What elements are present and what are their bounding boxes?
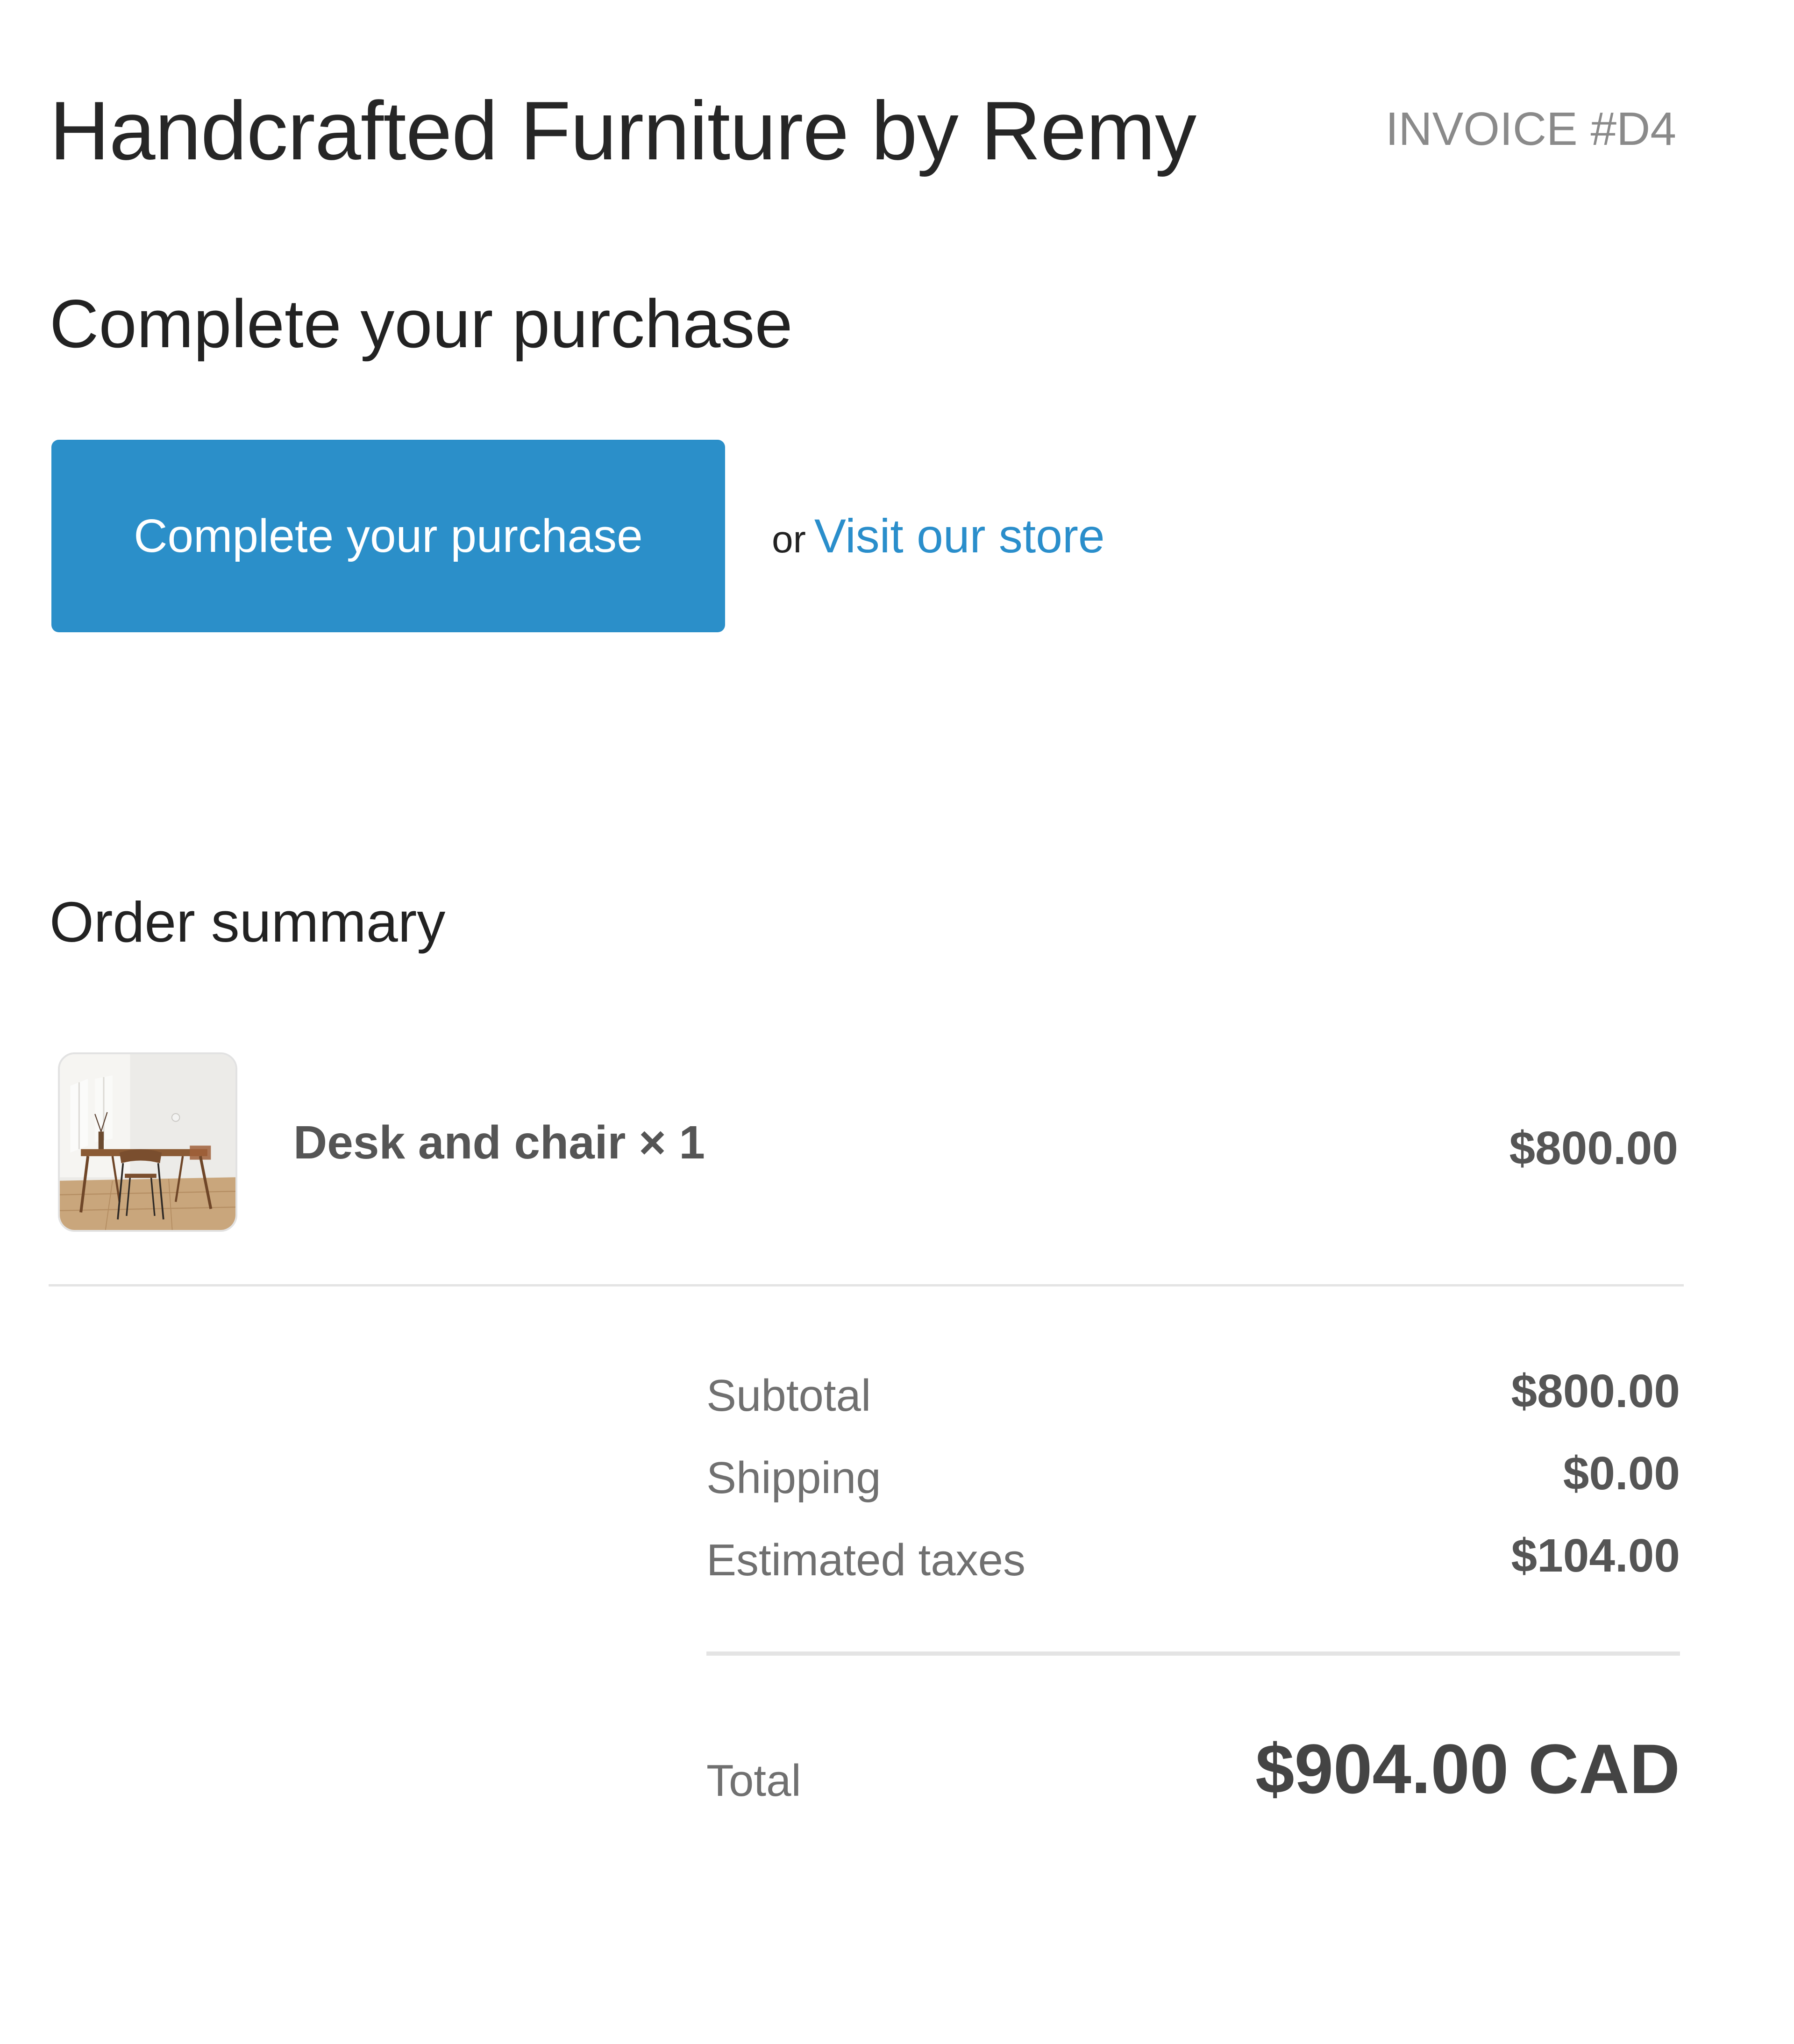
subtotal-value: $800.00 xyxy=(1511,1365,1680,1417)
line-item-name: Desk and chair × 1 xyxy=(293,1116,705,1169)
total-label: Total xyxy=(706,1756,801,1806)
alternate-action: or Visit our store xyxy=(772,506,1105,566)
shipping-row: Shipping $0.00 xyxy=(706,1447,1680,1508)
product-image xyxy=(58,1052,237,1232)
total-row: Total $904.00 CAD xyxy=(706,1724,1680,1818)
desk-and-chair-photo xyxy=(60,1054,235,1230)
shipping-value: $0.00 xyxy=(1563,1447,1680,1500)
taxes-row: Estimated taxes $104.00 xyxy=(706,1529,1680,1591)
total-value: $904.00 CAD xyxy=(1255,1730,1680,1808)
complete-purchase-button[interactable]: Complete your purchase xyxy=(51,440,725,632)
order-summary-heading: Order summary xyxy=(50,890,446,954)
subtotal-row: Subtotal $800.00 xyxy=(706,1365,1680,1426)
line-items-divider xyxy=(49,1284,1684,1286)
taxes-label: Estimated taxes xyxy=(706,1535,1025,1585)
line-item-price: $800.00 xyxy=(1509,1122,1678,1174)
invoice-number: INVOICE #D4 xyxy=(1385,103,1676,155)
page-title: Complete your purchase xyxy=(50,286,793,362)
visit-store-link[interactable]: Visit our store xyxy=(814,509,1105,563)
shipping-label: Shipping xyxy=(706,1453,881,1503)
or-text: or xyxy=(772,518,806,561)
invoice-page: Handcrafted Furniture by Remy INVOICE #D… xyxy=(0,0,1794,2044)
totals-divider xyxy=(706,1651,1680,1656)
shop-name: Handcrafted Furniture by Remy xyxy=(50,84,1196,177)
taxes-value: $104.00 xyxy=(1511,1529,1680,1582)
subtotal-label: Subtotal xyxy=(706,1371,871,1421)
